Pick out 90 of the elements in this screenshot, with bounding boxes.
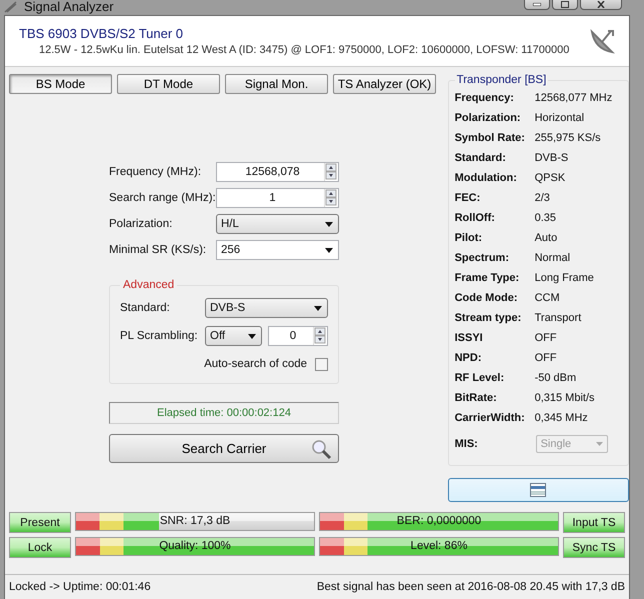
property-label: Polarization: (454, 112, 522, 124)
meter-label: SNR: 17,3 dB (158, 515, 232, 527)
property-label: Pilot: (454, 232, 484, 244)
checkbox-label: Auto-search of code (204, 358, 307, 370)
property-label: BitRate: (454, 392, 498, 404)
mode-tab[interactable]: TS Analyzer (OK) (333, 74, 436, 94)
elapsed-time: Elapsed time: 00:00:02:124 (109, 402, 339, 424)
minimize-button[interactable] (524, 0, 550, 10)
close-icon (597, 0, 605, 8)
property-label: Spectrum: (454, 252, 510, 264)
property-value: DVB-S (534, 152, 568, 164)
group-title: Advanced (122, 279, 176, 291)
property-value: 2/3 (534, 192, 550, 204)
property-label: Symbol Rate: (454, 132, 526, 144)
field-label: PL Scrambling: (120, 330, 198, 342)
meter-label: Quality: 100% (158, 540, 232, 552)
property-value: QPSK (534, 172, 566, 184)
field-label: Search range (MHz): (109, 192, 216, 204)
maximize-button[interactable] (552, 0, 578, 10)
spinner-arrows-icon[interactable] (324, 189, 338, 207)
property-value: -50 dBm (534, 372, 576, 384)
status-text: Locked -> Uptime: 00:01:46 (9, 581, 151, 593)
device-name: TBS 6903 DVBS/S2 Tuner 0 (19, 26, 184, 41)
property-value: 12568,077 MHz (534, 92, 612, 104)
close-button[interactable] (580, 0, 622, 10)
property-value: Long Frame (534, 272, 594, 284)
status-indicator: Present (9, 512, 71, 533)
dropdown-caret-icon (325, 248, 333, 252)
search-icon (310, 438, 332, 460)
maximize-icon (561, 0, 569, 8)
field-label: Frequency (MHz): (109, 166, 202, 178)
select-field[interactable]: DVB-S (205, 298, 328, 318)
property-label: RF Level: (454, 372, 506, 384)
meter-label: Level: 86% (410, 540, 468, 552)
dropdown-caret-icon (248, 334, 256, 338)
property-label: Code Mode: (454, 292, 519, 304)
dropdown-caret-icon (596, 442, 603, 446)
window-title: Signal Analyzer (24, 0, 114, 14)
spinner-arrows-icon[interactable] (324, 163, 338, 181)
number-field[interactable]: 12568,078 (216, 162, 339, 182)
search-carrier-button[interactable]: Search Carrier (109, 434, 339, 463)
property-label: NPD: (454, 352, 482, 364)
mode-tab[interactable]: Signal Mon. (225, 74, 328, 94)
property-label: Frequency: (454, 92, 515, 104)
property-value: 0.35 (534, 212, 556, 224)
property-value: 255,975 KS/s (534, 132, 601, 144)
select-field[interactable]: Off (205, 326, 262, 346)
property-value: OFF (534, 352, 557, 364)
panel-title: Transponder [BS] (456, 74, 548, 86)
property-value: OFF (534, 332, 557, 344)
property-label: Modulation: (454, 172, 518, 184)
status-indicator: Sync TS (563, 537, 625, 558)
property-value: Transport (534, 312, 582, 324)
field-label: Polarization: (109, 218, 172, 230)
status-indicator: Input TS (563, 512, 625, 533)
app-icon (4, 0, 18, 12)
field-label: Minimal SR (KS/s): (109, 244, 206, 256)
property-value: Horizontal (534, 112, 584, 124)
property-label: Stream type: (454, 312, 522, 324)
status-indicator: Lock (9, 537, 71, 558)
list-icon (530, 483, 546, 497)
minimize-icon (533, 2, 541, 6)
status-text: Best signal has been seen at 2016-08-08 20.45 with 17,3 dB (316, 581, 625, 593)
property-label: Standard: (454, 152, 507, 164)
number-field[interactable]: 0 (268, 326, 328, 346)
property-label: ISSYI (454, 332, 484, 344)
meter-label: BER: 0,0000000 (396, 515, 482, 527)
combo-field[interactable]: 256 (216, 240, 339, 260)
satellite-details: 12.5W - 12.5wKu lin. Eutelsat 12 West A (ID: 3475) @ LOF1: 9750000, LOF2: 10600000, LOFSW: 11700000 (39, 44, 570, 56)
field-label: Standard: (120, 302, 170, 314)
mode-tab[interactable]: BS Mode (9, 74, 112, 94)
property-label: CarrierWidth: (454, 412, 526, 424)
select-field[interactable]: H/L (216, 214, 339, 234)
property-label: Frame Type: (454, 272, 520, 284)
checkbox[interactable] (315, 358, 328, 370)
property-value: Auto (534, 232, 558, 244)
number-field[interactable]: 1 (216, 188, 339, 208)
property-label: MIS: (454, 438, 479, 450)
property-label: RollOff: (454, 212, 496, 224)
dropdown-caret-icon (314, 306, 322, 310)
list-view-button[interactable] (448, 478, 629, 502)
property-value: Normal (534, 252, 570, 264)
property-value: 0,315 Mbit/s (534, 392, 595, 404)
property-value: 0,345 MHz (534, 412, 588, 424)
property-value: CCM (534, 292, 560, 304)
mode-tab[interactable]: DT Mode (117, 74, 220, 94)
property-label: FEC: (454, 192, 482, 204)
satellite-dish-icon (589, 27, 617, 55)
dropdown-caret-icon (325, 222, 333, 226)
spinner-arrows-icon[interactable] (313, 327, 327, 345)
